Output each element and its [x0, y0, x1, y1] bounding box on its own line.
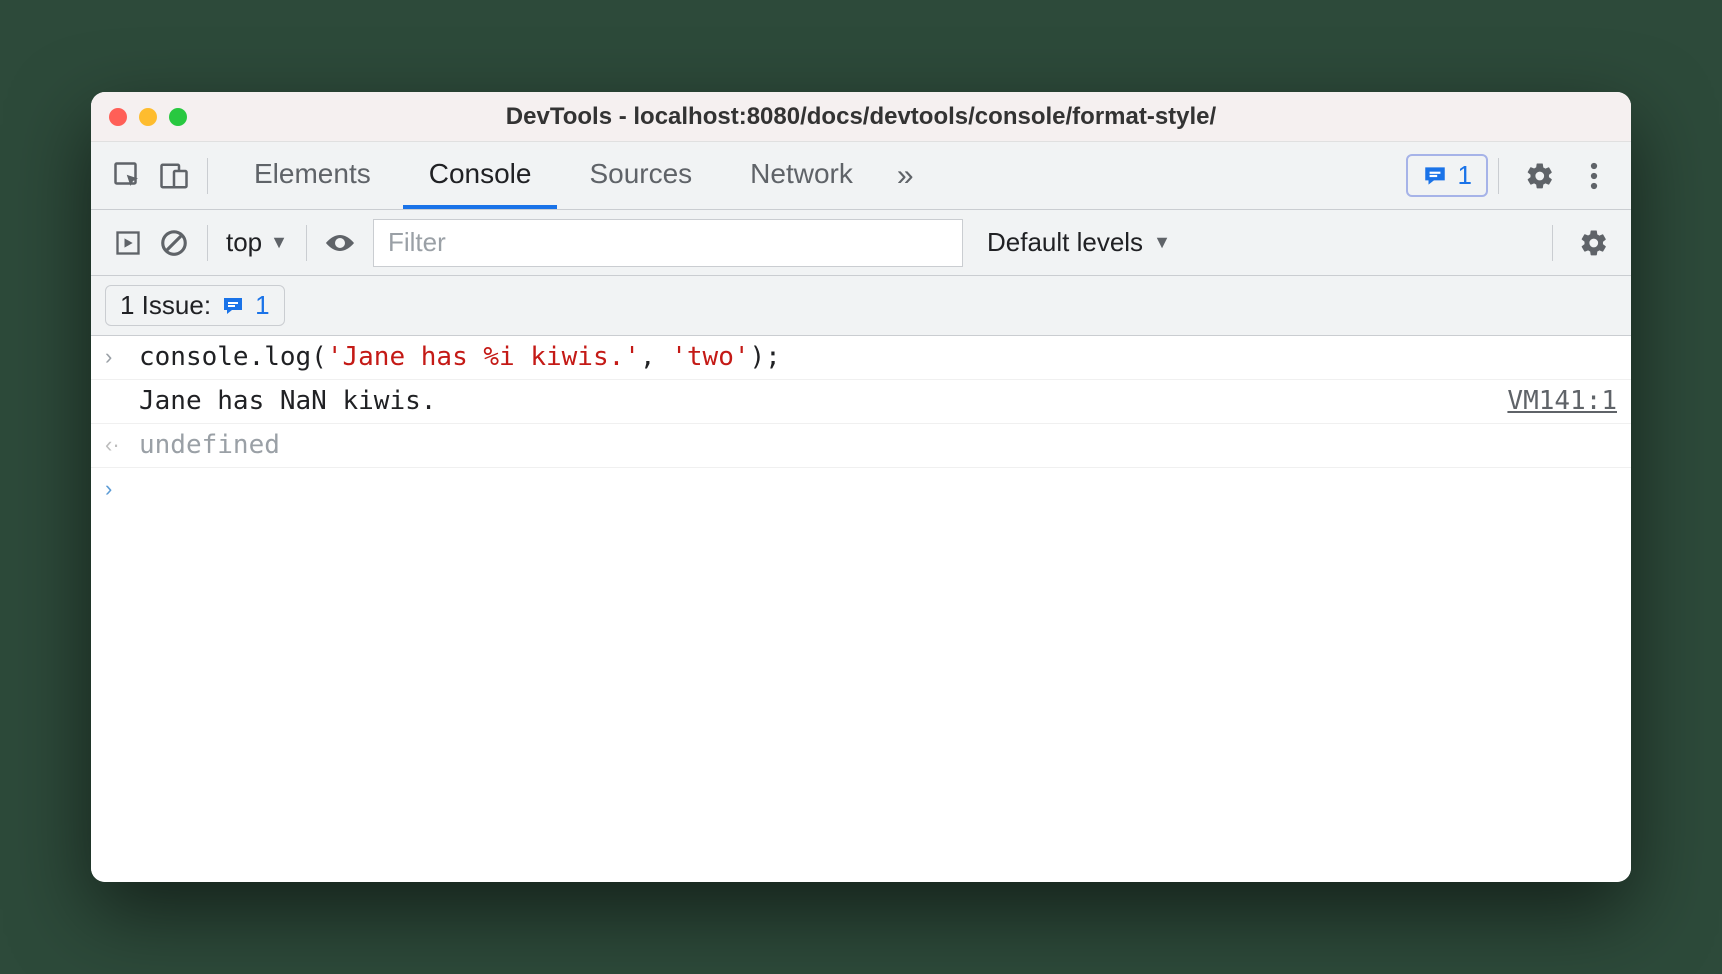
context-selector[interactable]: top ▼ [218, 227, 296, 258]
divider [1552, 225, 1553, 261]
issues-counter[interactable]: 1 [1406, 154, 1488, 197]
maximize-window-button[interactable] [169, 108, 187, 126]
settings-button[interactable] [1517, 153, 1563, 199]
console-settings-button[interactable] [1571, 220, 1617, 266]
dropdown-icon: ▼ [1153, 232, 1171, 253]
more-options-button[interactable] [1571, 153, 1617, 199]
traffic-lights [109, 108, 187, 126]
filter-input[interactable] [373, 219, 963, 267]
console-return-value: undefined [139, 430, 1617, 460]
divider [207, 158, 208, 194]
issues-count: 1 [1458, 160, 1472, 191]
divider [1498, 158, 1499, 194]
input-chevron-icon: › [105, 342, 139, 370]
gear-icon [1525, 161, 1555, 191]
titlebar: DevTools - localhost:8080/docs/devtools/… [91, 92, 1631, 142]
console-toolbar: top ▼ Default levels ▼ [91, 210, 1631, 276]
dropdown-icon: ▼ [270, 232, 288, 253]
console-log-row: Jane has NaN kiwis. VM141:1 [91, 380, 1631, 424]
toggle-sidebar-button[interactable] [105, 220, 151, 266]
issues-icon [221, 294, 245, 318]
source-link[interactable]: VM141:1 [1507, 386, 1617, 416]
gear-icon [1579, 228, 1609, 258]
code-token: ); [750, 342, 781, 372]
kebab-icon [1590, 161, 1598, 191]
main-tabbar: Elements Console Sources Network » 1 [91, 142, 1631, 210]
tab-console[interactable]: Console [403, 142, 558, 209]
close-window-button[interactable] [109, 108, 127, 126]
eye-icon [323, 231, 357, 255]
gutter-spacer [105, 386, 139, 388]
console-prompt-row[interactable]: › [91, 468, 1631, 512]
window-title: DevTools - localhost:8080/docs/devtools/… [91, 103, 1631, 131]
issues-icon [1422, 163, 1448, 189]
issues-chip[interactable]: 1 Issue: 1 [105, 285, 285, 326]
issues-chip-label: 1 Issue: [120, 290, 211, 321]
divider [306, 225, 307, 261]
issues-bar: 1 Issue: 1 [91, 276, 1631, 336]
console-log-message: Jane has NaN kiwis. [139, 386, 1487, 416]
console-input-code: console.log('Jane has %i kiwis.', 'two')… [139, 342, 1617, 372]
clear-console-button[interactable] [151, 220, 197, 266]
live-expression-button[interactable] [317, 220, 363, 266]
more-tabs-button[interactable]: » [879, 159, 932, 193]
panel-tabs: Elements Console Sources Network [228, 142, 879, 209]
tab-sources[interactable]: Sources [563, 142, 718, 209]
code-string: 'Jane has %i kiwis.' [327, 342, 640, 372]
tab-network[interactable]: Network [724, 142, 879, 209]
issues-chip-count: 1 [255, 290, 269, 321]
code-string: 'two' [671, 342, 749, 372]
inspect-element-icon[interactable] [105, 153, 151, 199]
minimize-window-button[interactable] [139, 108, 157, 126]
context-label: top [226, 227, 262, 258]
tab-elements[interactable]: Elements [228, 142, 397, 209]
levels-label: Default levels [987, 227, 1143, 258]
device-toolbar-icon[interactable] [151, 153, 197, 199]
code-token: console.log( [139, 342, 327, 372]
code-token: , [640, 342, 671, 372]
console-input-row: › console.log('Jane has %i kiwis.', 'two… [91, 336, 1631, 380]
divider [207, 225, 208, 261]
devtools-window: DevTools - localhost:8080/docs/devtools/… [91, 92, 1631, 882]
log-levels-selector[interactable]: Default levels ▼ [987, 227, 1171, 258]
console-return-row: ‹· undefined [91, 424, 1631, 468]
console-output: › console.log('Jane has %i kiwis.', 'two… [91, 336, 1631, 882]
prompt-chevron-icon: › [105, 474, 139, 502]
output-chevron-icon: ‹· [105, 430, 139, 458]
